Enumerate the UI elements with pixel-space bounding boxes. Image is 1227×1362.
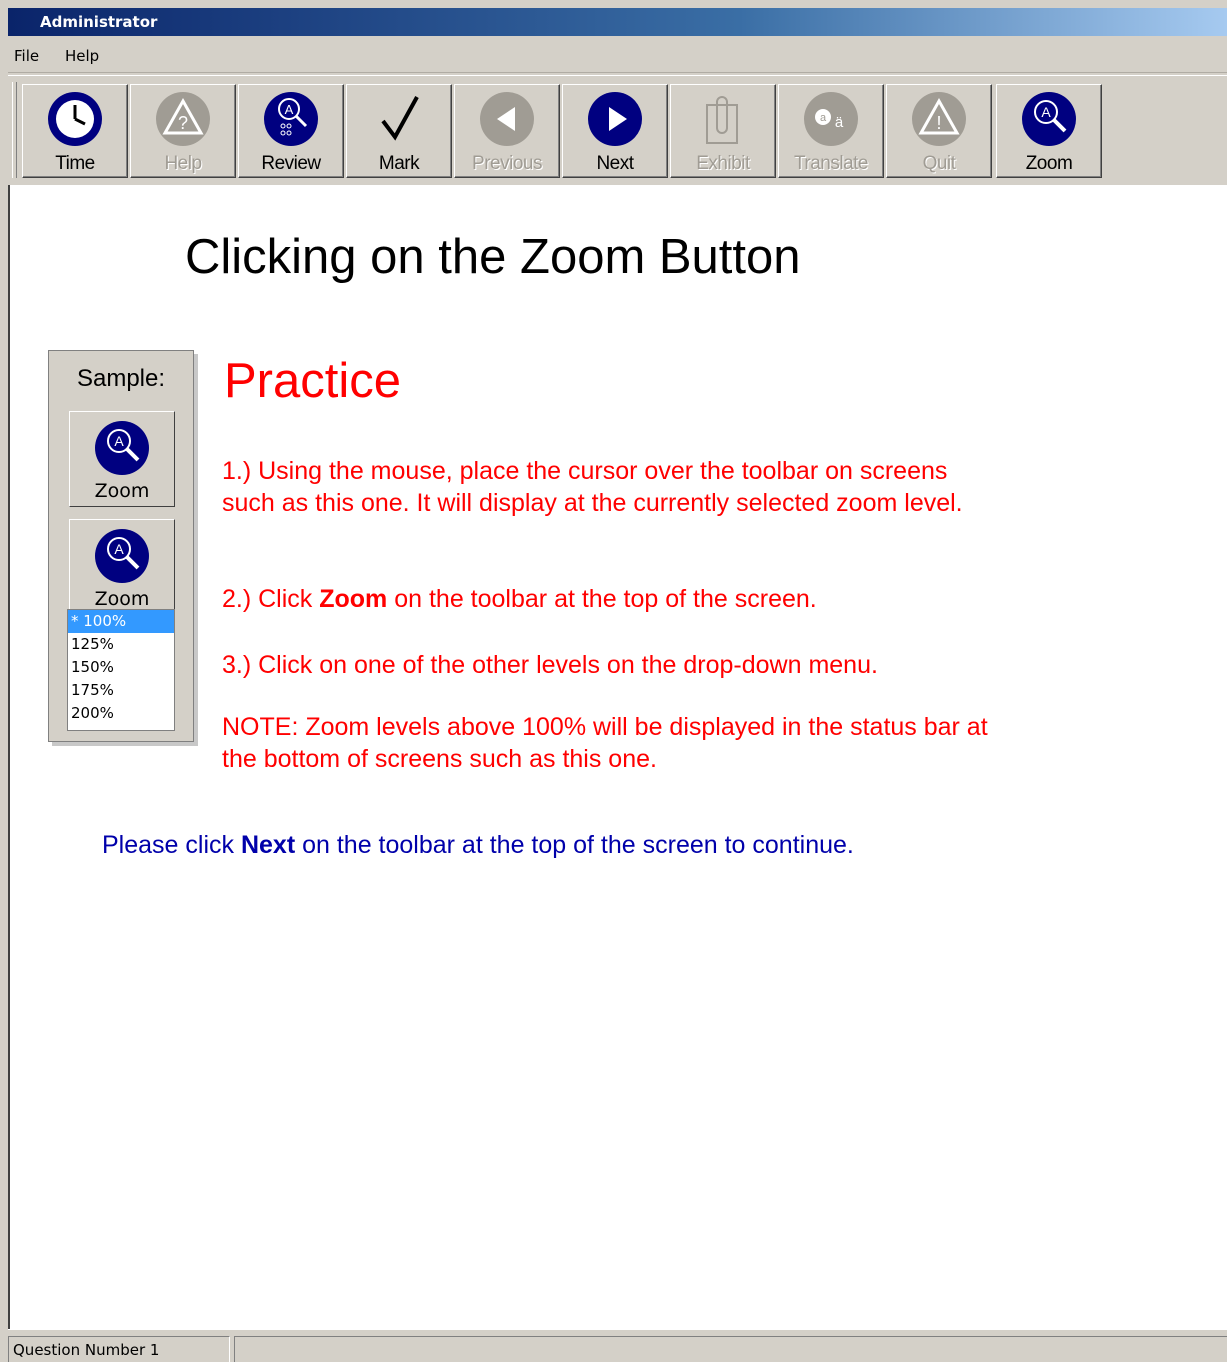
zoom-icon: A	[95, 421, 149, 475]
status-pane-zoom	[234, 1336, 1227, 1362]
practice-title: Practice	[224, 354, 402, 408]
menu-file[interactable]: File	[14, 47, 39, 65]
status-bar: Question Number 1	[8, 1329, 1227, 1362]
help-icon: ?	[156, 92, 210, 146]
step-2-zoom-emphasis: Zoom	[319, 585, 388, 613]
zoom-option-125: 125%	[71, 635, 114, 653]
menu-help[interactable]: Help	[65, 47, 99, 65]
note-text: NOTE: Zoom levels above 100% will be dis…	[222, 713, 988, 773]
svg-text:a: a	[820, 112, 827, 124]
quit-button-label: Quit	[922, 153, 956, 174]
step-2-prefix: 2.) Click	[222, 585, 320, 613]
continue-instruction: Please click Next on the toolbar at the …	[102, 831, 854, 860]
time-button-label: Time	[55, 153, 95, 174]
next-arrow-icon	[588, 92, 642, 146]
previous-button[interactable]: Previous	[454, 84, 560, 178]
next-button-label: Next	[596, 153, 634, 174]
sample-title: Sample:	[76, 365, 166, 392]
step-3-text: 3.) Click on one of the other levels on …	[222, 651, 878, 679]
question-number: Question Number 1	[13, 1341, 160, 1359]
continue-prefix: Please click	[102, 831, 241, 859]
exhibit-icon	[706, 96, 738, 144]
page-title: Clicking on the Zoom Button	[185, 230, 801, 284]
sample-zoom-dropdown: * 100% 125% 150% 175% 200%	[67, 609, 175, 731]
step-2-text: 2.) Click Zoom on the toolbar at the top…	[222, 583, 1002, 615]
continue-next-emphasis: Next	[240, 831, 296, 859]
sample-zoom-button: A Zoom	[69, 411, 175, 507]
content-area: Clicking on the Zoom Button Sample: A Zo…	[8, 185, 1227, 1329]
review-icon: A	[264, 92, 318, 146]
exhibit-button[interactable]: Exhibit	[670, 84, 776, 178]
svg-text:A: A	[114, 541, 124, 557]
review-button-label: Review	[261, 153, 321, 174]
zoom-option-200: 200%	[71, 704, 114, 722]
zoom-button[interactable]: A Zoom	[996, 84, 1102, 178]
mark-button-label: Mark	[378, 153, 420, 174]
review-button[interactable]: A Review	[238, 84, 344, 178]
next-button[interactable]: Next	[562, 84, 668, 178]
svg-text:A: A	[114, 433, 124, 449]
menu-bar: File Help	[8, 38, 1227, 73]
svg-text:?: ?	[178, 113, 188, 133]
zoom-icon: A	[95, 529, 149, 583]
checkmark-icon	[381, 96, 419, 141]
toolbar: Time ? Help A Review Mark Previous Next …	[8, 75, 1227, 186]
zoom-button-label: Zoom	[1025, 153, 1073, 174]
zoom-option-150: 150%	[71, 658, 114, 676]
mark-button[interactable]: Mark	[346, 84, 452, 178]
exhibit-button-label: Exhibit	[696, 153, 750, 174]
help-button[interactable]: ? Help	[130, 84, 236, 178]
help-button-label: Help	[164, 153, 202, 174]
step-2-suffix: on the toolbar at the top of the screen.	[387, 585, 817, 613]
status-pane-question: Question Number 1	[8, 1336, 230, 1362]
translate-icon: a ä	[804, 92, 858, 146]
window-title: Administrator	[40, 13, 158, 31]
quit-icon: !	[912, 92, 966, 146]
previous-button-label: Previous	[472, 153, 542, 174]
quit-button[interactable]: ! Quit	[886, 84, 992, 178]
clock-icon	[48, 92, 102, 146]
toolbar-grip[interactable]	[12, 82, 17, 178]
sample-zoom-label-open: Zoom	[94, 588, 150, 610]
svg-text:ä: ä	[835, 114, 844, 131]
title-bar: Administrator	[8, 8, 1227, 36]
time-button[interactable]: Time	[22, 84, 128, 178]
step-1-text: 1.) Using the mouse, place the cursor ov…	[222, 457, 963, 517]
sample-panel: Sample: A Zoom A Zoom * 100% 125% 150% 1…	[48, 350, 194, 742]
zoom-icon: A	[1022, 92, 1076, 146]
svg-text:A: A	[285, 102, 294, 117]
svg-text:!: !	[936, 113, 941, 133]
sample-zoom-label: Zoom	[94, 480, 150, 502]
continue-suffix: on the toolbar at the top of the screen …	[295, 831, 854, 859]
previous-arrow-icon	[480, 92, 534, 146]
svg-text:A: A	[1041, 104, 1051, 120]
zoom-option-100: * 100%	[68, 610, 174, 633]
sample-zoom-button-open: A Zoom	[69, 519, 175, 613]
translate-button[interactable]: a ä Translate	[778, 84, 884, 178]
translate-button-label: Translate	[794, 153, 869, 174]
zoom-option-175: 175%	[71, 681, 114, 699]
